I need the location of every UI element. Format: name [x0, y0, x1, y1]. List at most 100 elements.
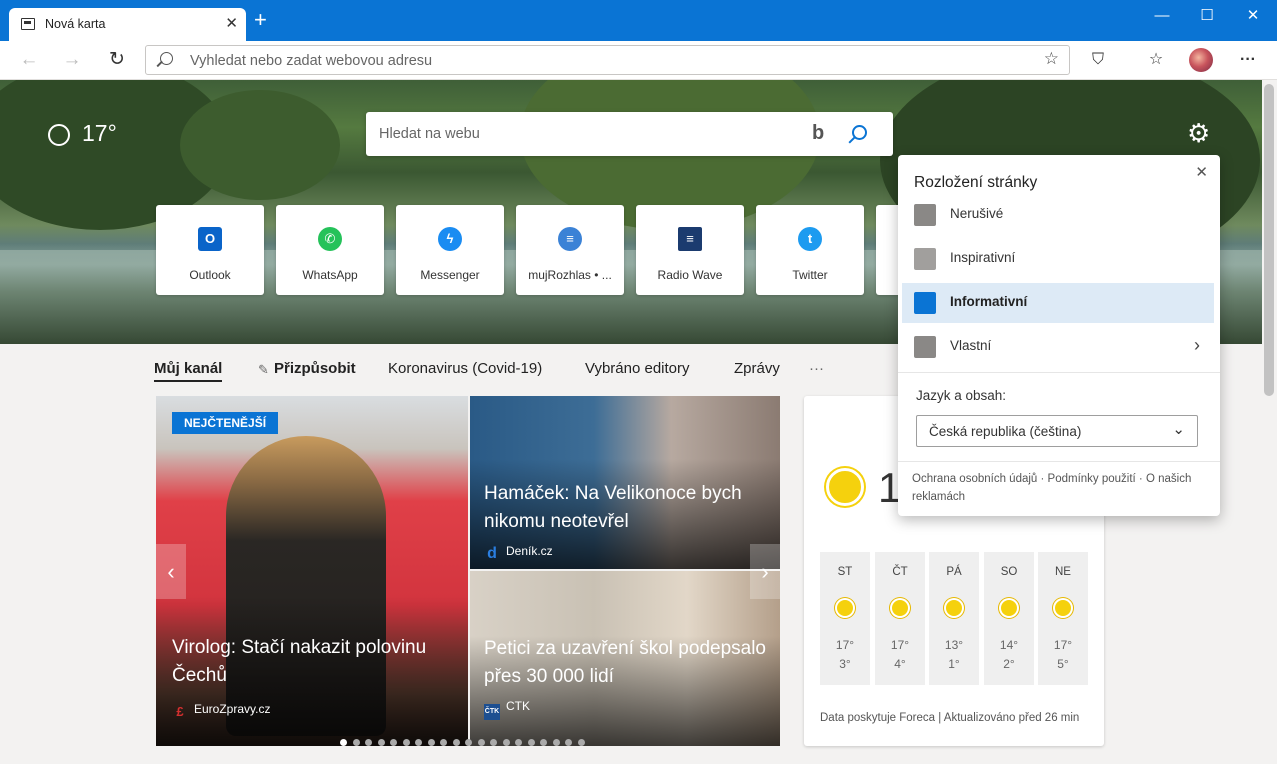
- featured-headline[interactable]: Virolog: Stačí nakazit polovinu Čechů: [172, 634, 457, 690]
- carousel-dot[interactable]: [552, 739, 560, 746]
- quick-link-radiowave[interactable]: ≡ Radio Wave: [636, 205, 744, 295]
- more-options-icon[interactable]: ···: [1236, 49, 1260, 71]
- carousel-dot[interactable]: [502, 739, 510, 746]
- language-value: Česká republika (čeština): [929, 424, 1082, 439]
- carousel-dot[interactable]: [540, 739, 547, 746]
- day-name: PÁ: [946, 566, 962, 578]
- day-high: 14°: [999, 638, 1019, 652]
- tab-prizpusobit[interactable]: Přizpůsobit: [274, 360, 356, 377]
- outlook-icon: O: [198, 227, 222, 251]
- sun-icon: [892, 600, 908, 616]
- forward-arrow-icon[interactable]: →: [60, 49, 84, 71]
- carousel-dot[interactable]: [415, 739, 422, 746]
- new-tab-button[interactable]: +: [254, 9, 267, 31]
- quick-link-whatsapp[interactable]: ✆ WhatsApp: [276, 205, 384, 295]
- tab-muj-kanal[interactable]: Můj kanál: [154, 360, 223, 382]
- day-name: ČT: [892, 566, 908, 578]
- day-low: 1°: [948, 657, 960, 671]
- carousel-dot[interactable]: [490, 739, 497, 746]
- back-arrow-icon[interactable]: ←: [17, 49, 41, 71]
- carousel-dot[interactable]: [440, 739, 447, 746]
- title-bar: Nová karta ✕ + — ☐ ✕: [0, 0, 1277, 41]
- carousel-dot[interactable]: [377, 739, 385, 746]
- carousel-dot[interactable]: [565, 739, 572, 746]
- tab-koronavirus[interactable]: Koronavirus (Covid-19): [388, 360, 542, 377]
- carousel-dot[interactable]: [527, 739, 535, 746]
- layout-option-focused[interactable]: Nerušivé: [902, 195, 1214, 235]
- forecast-day[interactable]: ST 17° 3°: [820, 552, 870, 685]
- tab-title: Nová karta: [45, 17, 106, 31]
- sun-icon: [48, 124, 70, 146]
- more-tabs-icon[interactable]: ···: [809, 360, 824, 377]
- close-tab-icon[interactable]: ✕: [225, 14, 238, 32]
- web-search-box[interactable]: Hledat na webu b: [366, 112, 893, 156]
- refresh-icon[interactable]: ↻: [105, 49, 129, 71]
- carousel-dot[interactable]: [515, 739, 522, 746]
- scrollbar-thumb[interactable]: [1264, 84, 1274, 396]
- quick-link-label: mujRozhlas • ...: [528, 268, 612, 282]
- carousel-dot[interactable]: [452, 739, 460, 746]
- minimize-button[interactable]: —: [1142, 4, 1182, 28]
- profile-avatar[interactable]: [1189, 48, 1213, 72]
- carousel-dot[interactable]: [340, 739, 347, 746]
- carousel-dot[interactable]: [365, 739, 372, 746]
- quick-link-label: Messenger: [420, 268, 480, 282]
- language-select[interactable]: Česká republika (čeština) ⌄: [916, 415, 1198, 447]
- quick-link-twitter[interactable]: t Twitter: [756, 205, 864, 295]
- close-icon[interactable]: ✕: [1195, 163, 1208, 181]
- browser-tab[interactable]: Nová karta ✕: [9, 8, 246, 41]
- quick-link-messenger[interactable]: ϟ Messenger: [396, 205, 504, 295]
- tree-shape: [180, 90, 340, 200]
- inspirational-layout-icon: [914, 248, 936, 270]
- carousel-dot[interactable]: [390, 739, 397, 746]
- forecast-day[interactable]: ČT 17° 4°: [875, 552, 925, 685]
- layout-option-custom[interactable]: Vlastní ›: [902, 327, 1214, 367]
- search-icon[interactable]: [852, 125, 867, 140]
- forecast-day[interactable]: NE 17° 5°: [1038, 552, 1088, 685]
- sun-icon: [946, 600, 962, 616]
- favorite-star-icon[interactable]: ☆: [1044, 49, 1059, 69]
- chevron-right-icon: ›: [1194, 335, 1200, 355]
- radiowave-icon: ≡: [678, 227, 702, 251]
- carousel-dot[interactable]: [352, 739, 360, 746]
- hero-temperature: 17°: [82, 120, 117, 146]
- gear-icon[interactable]: ⚙: [1187, 120, 1210, 146]
- layout-option-inspirational[interactable]: Inspirativní: [902, 239, 1214, 279]
- news-headline[interactable]: Hamáček: Na Velikonoce bych nikomu neote…: [484, 480, 769, 536]
- tab-vybrano-editory[interactable]: Vybráno editory: [585, 360, 690, 377]
- option-label: Nerušivé: [950, 206, 1004, 221]
- quick-link-outlook[interactable]: O Outlook: [156, 205, 264, 295]
- maximize-button[interactable]: ☐: [1187, 4, 1227, 28]
- sun-icon: [837, 600, 853, 616]
- forecast-day[interactable]: SO 14° 2°: [984, 552, 1034, 685]
- panel-footer-links[interactable]: Ochrana osobních údajů · Podmínky použit…: [912, 470, 1202, 506]
- carousel-dot[interactable]: [402, 739, 410, 746]
- news-headline[interactable]: Petici za uzavření škol podepsalo přes 3…: [484, 635, 769, 691]
- carousel-next-button[interactable]: ›: [750, 544, 780, 599]
- denik-logo-icon: d: [487, 545, 497, 562]
- address-bar[interactable]: Vyhledat nebo zadat webovou adresu ☆: [145, 45, 1070, 75]
- carousel-dot[interactable]: [477, 739, 485, 746]
- featured-news-card[interactable]: NEJČTENĚJŠÍ Virolog: Stačí nakazit polov…: [156, 396, 468, 746]
- source-name: EuroZpravy.cz: [194, 702, 271, 716]
- favorites-icon[interactable]: ☆: [1144, 49, 1168, 71]
- close-window-button[interactable]: ✕: [1233, 4, 1273, 28]
- messenger-icon: ϟ: [438, 227, 462, 251]
- tab-zpravy[interactable]: Zprávy: [734, 360, 780, 377]
- layout-option-informational[interactable]: Informativní: [902, 283, 1214, 323]
- carousel-dot[interactable]: [427, 739, 435, 746]
- day-low: 2°: [1003, 657, 1015, 671]
- carousel-prev-button[interactable]: ‹: [156, 544, 186, 599]
- day-name: ST: [837, 566, 853, 578]
- option-label: Informativní: [950, 294, 1028, 309]
- carousel-dot[interactable]: [465, 739, 472, 746]
- featured-source: £ EuroZpravy.cz: [172, 702, 270, 720]
- news-card[interactable]: Hamáček: Na Velikonoce bych nikomu neote…: [470, 396, 780, 569]
- shield-icon[interactable]: ⛉: [1086, 49, 1110, 71]
- language-label: Jazyk a obsah:: [916, 388, 1007, 403]
- news-card[interactable]: Petici za uzavření škol podepsalo přes 3…: [470, 571, 780, 746]
- carousel-dot[interactable]: [577, 739, 585, 746]
- day-low: 5°: [1057, 657, 1069, 671]
- quick-link-mujrozhlas[interactable]: ≡ mujRozhlas • ...: [516, 205, 624, 295]
- forecast-day[interactable]: PÁ 13° 1°: [929, 552, 979, 685]
